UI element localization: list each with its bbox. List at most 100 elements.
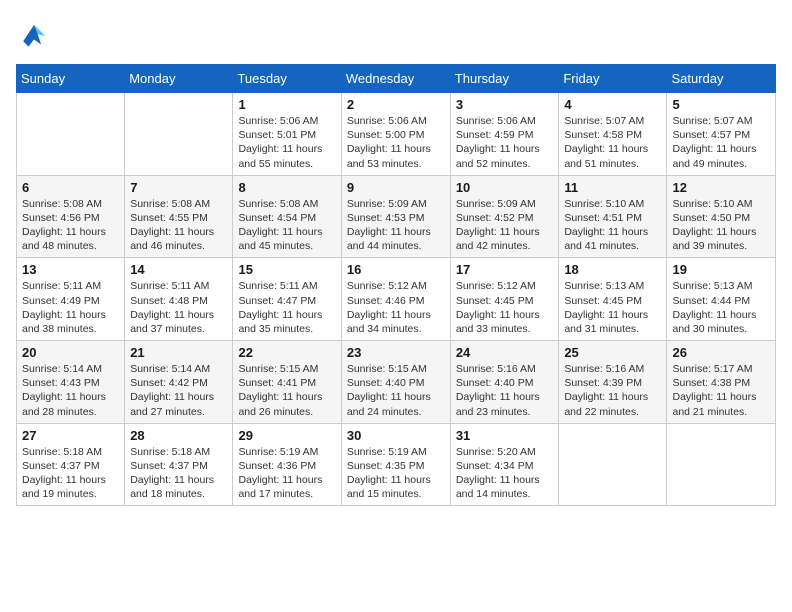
- day-info: Sunrise: 5:15 AM Sunset: 4:41 PM Dayligh…: [238, 362, 335, 419]
- calendar-cell: 18 Sunrise: 5:13 AM Sunset: 4:45 PM Dayli…: [559, 258, 667, 341]
- calendar-cell: 3 Sunrise: 5:06 AM Sunset: 4:59 PM Daylig…: [450, 93, 559, 176]
- calendar-cell: 17 Sunrise: 5:12 AM Sunset: 4:45 PM Dayli…: [450, 258, 559, 341]
- day-info: Sunrise: 5:18 AM Sunset: 4:37 PM Dayligh…: [22, 445, 119, 502]
- day-number: 2: [347, 97, 445, 112]
- day-number: 8: [238, 180, 335, 195]
- calendar-header-row: SundayMondayTuesdayWednesdayThursdayFrid…: [17, 65, 776, 93]
- calendar-cell: 15 Sunrise: 5:11 AM Sunset: 4:47 PM Dayli…: [233, 258, 341, 341]
- day-info: Sunrise: 5:10 AM Sunset: 4:50 PM Dayligh…: [672, 197, 770, 254]
- calendar-cell: 28Sunrise: 5:18 AM Sunset: 4:37 PM Dayli…: [125, 423, 233, 506]
- calendar-cell: [125, 93, 233, 176]
- weekday-header-friday: Friday: [559, 65, 667, 93]
- calendar-cell: 9Sunrise: 5:09 AM Sunset: 4:53 PM Daylig…: [341, 175, 450, 258]
- calendar-cell: 6 Sunrise: 5:08 AM Sunset: 4:56 PM Daylig…: [17, 175, 125, 258]
- day-number: 25: [564, 345, 661, 360]
- calendar-cell: 22 Sunrise: 5:15 AM Sunset: 4:41 PM Dayli…: [233, 341, 341, 424]
- day-info: Sunrise: 5:08 AM Sunset: 4:56 PM Dayligh…: [22, 197, 119, 254]
- calendar-cell: 1 Sunrise: 5:06 AM Sunset: 5:01 PM Daylig…: [233, 93, 341, 176]
- day-number: 23: [347, 345, 445, 360]
- day-info: Sunrise: 5:06 AM Sunset: 5:00 PM Dayligh…: [347, 114, 445, 171]
- day-number: 1: [238, 97, 335, 112]
- day-info: Sunrise: 5:07 AM Sunset: 4:57 PM Dayligh…: [672, 114, 770, 171]
- calendar-cell: [667, 423, 776, 506]
- day-info: Sunrise: 5:06 AM Sunset: 4:59 PM Dayligh…: [456, 114, 554, 171]
- day-number: 5: [672, 97, 770, 112]
- calendar-table: SundayMondayTuesdayWednesdayThursdayFrid…: [16, 64, 776, 506]
- day-number: 15: [238, 262, 335, 277]
- day-number: 14: [130, 262, 227, 277]
- day-number: 11: [564, 180, 661, 195]
- calendar-cell: 29 Sunrise: 5:19 AM Sunset: 4:36 PM Dayli…: [233, 423, 341, 506]
- day-number: 24: [456, 345, 554, 360]
- day-number: 12: [672, 180, 770, 195]
- day-number: 10: [456, 180, 554, 195]
- calendar-cell: 13 Sunrise: 5:11 AM Sunset: 4:49 PM Dayli…: [17, 258, 125, 341]
- day-info: Sunrise: 5:08 AM Sunset: 4:54 PM Dayligh…: [238, 197, 335, 254]
- calendar-cell: 4Sunrise: 5:07 AM Sunset: 4:58 PM Daylig…: [559, 93, 667, 176]
- day-info: Sunrise: 5:12 AM Sunset: 4:45 PM Dayligh…: [456, 279, 554, 336]
- day-info: Sunrise: 5:19 AM Sunset: 4:36 PM Dayligh…: [238, 445, 335, 502]
- calendar-cell: 30 Sunrise: 5:19 AM Sunset: 4:35 PM Dayli…: [341, 423, 450, 506]
- calendar-cell: 27 Sunrise: 5:18 AM Sunset: 4:37 PM Dayli…: [17, 423, 125, 506]
- calendar-week-row: 6 Sunrise: 5:08 AM Sunset: 4:56 PM Daylig…: [17, 175, 776, 258]
- calendar-cell: [559, 423, 667, 506]
- day-number: 7: [130, 180, 227, 195]
- day-number: 17: [456, 262, 554, 277]
- weekday-header-sunday: Sunday: [17, 65, 125, 93]
- calendar-cell: 8 Sunrise: 5:08 AM Sunset: 4:54 PM Daylig…: [233, 175, 341, 258]
- day-info: Sunrise: 5:06 AM Sunset: 5:01 PM Dayligh…: [238, 114, 335, 171]
- calendar-cell: 23Sunrise: 5:15 AM Sunset: 4:40 PM Dayli…: [341, 341, 450, 424]
- day-number: 6: [22, 180, 119, 195]
- calendar-cell: 31 Sunrise: 5:20 AM Sunset: 4:34 PM Dayli…: [450, 423, 559, 506]
- day-info: Sunrise: 5:12 AM Sunset: 4:46 PM Dayligh…: [347, 279, 445, 336]
- day-info: Sunrise: 5:19 AM Sunset: 4:35 PM Dayligh…: [347, 445, 445, 502]
- day-info: Sunrise: 5:14 AM Sunset: 4:43 PM Dayligh…: [22, 362, 119, 419]
- day-number: 30: [347, 428, 445, 443]
- day-info: Sunrise: 5:13 AM Sunset: 4:44 PM Dayligh…: [672, 279, 770, 336]
- day-number: 22: [238, 345, 335, 360]
- day-number: 18: [564, 262, 661, 277]
- calendar-cell: 25 Sunrise: 5:16 AM Sunset: 4:39 PM Dayli…: [559, 341, 667, 424]
- weekday-header-saturday: Saturday: [667, 65, 776, 93]
- calendar-week-row: 13 Sunrise: 5:11 AM Sunset: 4:49 PM Dayli…: [17, 258, 776, 341]
- calendar-cell: 2 Sunrise: 5:06 AM Sunset: 5:00 PM Daylig…: [341, 93, 450, 176]
- day-info: Sunrise: 5:18 AM Sunset: 4:37 PM Dayligh…: [130, 445, 227, 502]
- calendar-week-row: 20Sunrise: 5:14 AM Sunset: 4:43 PM Dayli…: [17, 341, 776, 424]
- day-info: Sunrise: 5:14 AM Sunset: 4:42 PM Dayligh…: [130, 362, 227, 419]
- calendar-cell: 7 Sunrise: 5:08 AM Sunset: 4:55 PM Daylig…: [125, 175, 233, 258]
- day-info: Sunrise: 5:09 AM Sunset: 4:53 PM Dayligh…: [347, 197, 445, 254]
- day-number: 26: [672, 345, 770, 360]
- day-number: 21: [130, 345, 227, 360]
- day-number: 13: [22, 262, 119, 277]
- day-number: 3: [456, 97, 554, 112]
- weekday-header-thursday: Thursday: [450, 65, 559, 93]
- logo: [16, 16, 56, 52]
- day-number: 29: [238, 428, 335, 443]
- calendar-cell: 24 Sunrise: 5:16 AM Sunset: 4:40 PM Dayli…: [450, 341, 559, 424]
- day-info: Sunrise: 5:11 AM Sunset: 4:48 PM Dayligh…: [130, 279, 227, 336]
- weekday-header-wednesday: Wednesday: [341, 65, 450, 93]
- day-info: Sunrise: 5:17 AM Sunset: 4:38 PM Dayligh…: [672, 362, 770, 419]
- logo-bird-icon: [16, 16, 52, 52]
- day-info: Sunrise: 5:20 AM Sunset: 4:34 PM Dayligh…: [456, 445, 554, 502]
- calendar-cell: 20Sunrise: 5:14 AM Sunset: 4:43 PM Dayli…: [17, 341, 125, 424]
- day-number: 19: [672, 262, 770, 277]
- calendar-cell: 12 Sunrise: 5:10 AM Sunset: 4:50 PM Dayli…: [667, 175, 776, 258]
- day-info: Sunrise: 5:08 AM Sunset: 4:55 PM Dayligh…: [130, 197, 227, 254]
- calendar-cell: 14 Sunrise: 5:11 AM Sunset: 4:48 PM Dayli…: [125, 258, 233, 341]
- day-info: Sunrise: 5:11 AM Sunset: 4:49 PM Dayligh…: [22, 279, 119, 336]
- day-number: 16: [347, 262, 445, 277]
- day-number: 4: [564, 97, 661, 112]
- day-info: Sunrise: 5:13 AM Sunset: 4:45 PM Dayligh…: [564, 279, 661, 336]
- calendar-cell: 19 Sunrise: 5:13 AM Sunset: 4:44 PM Dayli…: [667, 258, 776, 341]
- calendar-cell: 26 Sunrise: 5:17 AM Sunset: 4:38 PM Dayli…: [667, 341, 776, 424]
- weekday-header-tuesday: Tuesday: [233, 65, 341, 93]
- day-number: 31: [456, 428, 554, 443]
- day-info: Sunrise: 5:16 AM Sunset: 4:40 PM Dayligh…: [456, 362, 554, 419]
- calendar-cell: 5 Sunrise: 5:07 AM Sunset: 4:57 PM Daylig…: [667, 93, 776, 176]
- day-info: Sunrise: 5:16 AM Sunset: 4:39 PM Dayligh…: [564, 362, 661, 419]
- day-number: 27: [22, 428, 119, 443]
- day-info: Sunrise: 5:11 AM Sunset: 4:47 PM Dayligh…: [238, 279, 335, 336]
- calendar-week-row: 27 Sunrise: 5:18 AM Sunset: 4:37 PM Dayli…: [17, 423, 776, 506]
- calendar-cell: 11Sunrise: 5:10 AM Sunset: 4:51 PM Dayli…: [559, 175, 667, 258]
